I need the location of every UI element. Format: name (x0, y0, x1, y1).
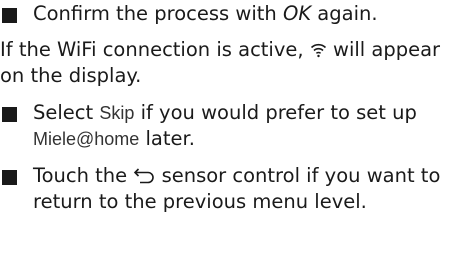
bullet-square (2, 169, 17, 185)
confirm-text-post: again. (311, 2, 378, 25)
bullet-select-skip: Select Skip if you would prefer to set u… (0, 100, 463, 153)
bullet-square (2, 106, 17, 122)
wifi-text-pre: If the WiFi connection is active, (0, 37, 310, 61)
skip-text-pre: Select (33, 100, 100, 124)
bullet-touch-back: Touch the sensor control if you want to … (0, 163, 463, 216)
bullet-square (2, 8, 17, 23)
wifi-paragraph: If the WiFi connection is active, will a… (0, 37, 463, 90)
skip-text-mid: if you would prefer to set up (134, 100, 417, 124)
back-text-pre: Touch the (33, 163, 134, 187)
bullet-confirm-ok: Confirm the process with OK again. (0, 1, 463, 28)
skip-text-post: later. (139, 127, 195, 150)
skip-term: Skip (99, 102, 135, 123)
wifi-icon (310, 42, 327, 58)
instruction-document: Confirm the process with OK again. If th… (0, 0, 463, 269)
ok-term: OK (282, 2, 312, 25)
confirm-text-pre: Confirm the process with (33, 2, 283, 25)
back-arrow-icon (133, 167, 155, 184)
miele-home-term: Miele@home (33, 129, 140, 149)
